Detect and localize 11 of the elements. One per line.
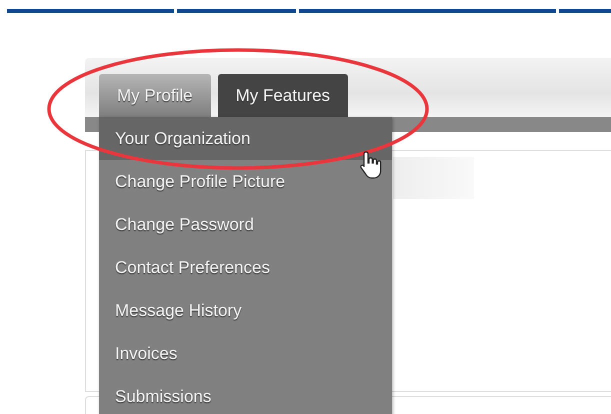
menu-item[interactable]: Message History bbox=[99, 289, 392, 332]
menu-item[interactable]: Contact Preferences bbox=[99, 246, 392, 289]
nav-bar-segment bbox=[559, 9, 611, 13]
menu-item[interactable]: Invoices bbox=[99, 332, 392, 375]
menu-item[interactable]: Your Organization bbox=[99, 117, 392, 160]
tab[interactable]: My Profile bbox=[99, 74, 211, 117]
menu-item[interactable]: Change Password bbox=[99, 203, 392, 246]
menu-item[interactable]: Change Profile Picture bbox=[99, 160, 392, 203]
tab[interactable]: My Features bbox=[218, 74, 348, 117]
menu-item[interactable]: Submissions bbox=[99, 375, 392, 414]
hand-cursor-icon bbox=[359, 150, 383, 180]
